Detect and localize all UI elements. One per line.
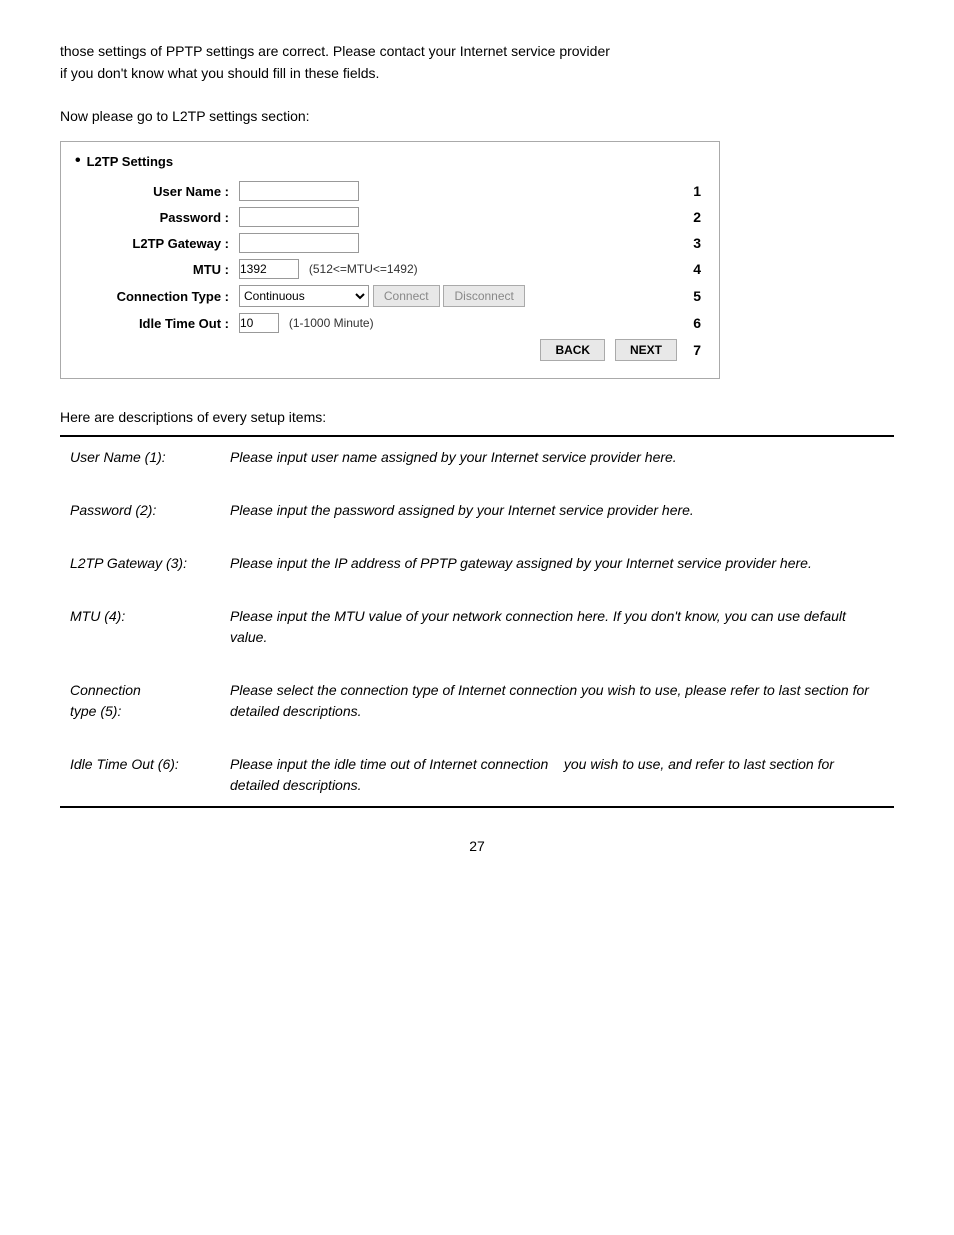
mtu-hint: (512<=MTU<=1492) — [309, 262, 418, 276]
connection-type-label: Connection Type : — [75, 282, 235, 310]
desc-row-sep4 — [60, 658, 894, 670]
user-name-label: User Name : — [75, 178, 235, 204]
gateway-row: L2TP Gateway : 3 — [75, 230, 705, 256]
back-button[interactable]: BACK — [540, 339, 605, 361]
next-button[interactable]: NEXT — [615, 339, 677, 361]
row-number-6: 6 — [681, 310, 705, 336]
connection-type-row: Connection Type : Continuous Connect Dis… — [75, 282, 705, 310]
idle-timeout-input-cell: (1-1000 Minute) — [235, 310, 681, 336]
section-label: Now please go to L2TP settings section: — [60, 105, 894, 127]
desc-row-sep5 — [60, 732, 894, 744]
desc-term-idle: Idle Time Out (6): — [60, 744, 220, 807]
desc-text-gateway: Please input the IP address of PPTP gate… — [220, 543, 894, 584]
desc-row-idle: Idle Time Out (6): Please input the idle… — [60, 744, 894, 807]
connect-button[interactable]: Connect — [373, 285, 440, 307]
desc-row-mtu: MTU (4): Please input the MTU value of y… — [60, 596, 894, 658]
gateway-input-cell — [235, 230, 681, 256]
password-row: Password : 2 — [75, 204, 705, 230]
intro-line1: those settings of PPTP settings are corr… — [60, 43, 610, 59]
btn-row-cell: BACK NEXT — [75, 336, 681, 364]
desc-row-password: Password (2): Please input the password … — [60, 490, 894, 531]
mtu-input[interactable] — [239, 259, 299, 279]
connection-type-select[interactable]: Continuous — [239, 285, 369, 307]
page-number: 27 — [60, 838, 894, 854]
desc-text-password: Please input the password assigned by yo… — [220, 490, 894, 531]
desc-text-mtu: Please input the MTU value of your netwo… — [220, 596, 894, 658]
desc-term-gateway: L2TP Gateway (3): — [60, 543, 220, 584]
desc-term-password: Password (2): — [60, 490, 220, 531]
descriptions-table: User Name (1): Please input user name as… — [60, 435, 894, 808]
disconnect-button[interactable]: Disconnect — [443, 285, 524, 307]
idle-timeout-row: Idle Time Out : (1-1000 Minute) 6 — [75, 310, 705, 336]
row-number-5: 5 — [681, 282, 705, 310]
password-label: Password : — [75, 204, 235, 230]
row-number-3: 3 — [681, 230, 705, 256]
gateway-input[interactable] — [239, 233, 359, 253]
mtu-row: MTU : (512<=MTU<=1492) 4 — [75, 256, 705, 282]
desc-text-username: Please input user name assigned by your … — [220, 436, 894, 478]
l2tp-form-table: User Name : 1 Password : 2 L2TP Gateway … — [75, 178, 705, 364]
desc-row-sep2 — [60, 531, 894, 543]
mtu-input-cell: (512<=MTU<=1492) — [235, 256, 681, 282]
user-name-input-cell — [235, 178, 681, 204]
desc-heading: Here are descriptions of every setup ite… — [60, 409, 894, 425]
desc-term-connection: Connection type (5): — [60, 670, 220, 732]
row-number-7: 7 — [681, 336, 705, 364]
idle-timeout-label: Idle Time Out : — [75, 310, 235, 336]
desc-row-gateway: L2TP Gateway (3): Please input the IP ad… — [60, 543, 894, 584]
desc-row-sep3 — [60, 584, 894, 596]
desc-row-connection: Connection type (5): Please select the c… — [60, 670, 894, 732]
button-row: BACK NEXT 7 — [75, 336, 705, 364]
row-number-1: 1 — [681, 178, 705, 204]
idle-hint: (1-1000 Minute) — [289, 316, 374, 330]
l2tp-settings-box: L2TP Settings User Name : 1 Password : 2… — [60, 141, 720, 379]
password-input-cell — [235, 204, 681, 230]
desc-text-idle: Please input the idle time out of Intern… — [220, 744, 894, 807]
intro-line2: if you don't know what you should fill i… — [60, 65, 379, 81]
connection-type-input-cell: Continuous Connect Disconnect — [235, 282, 681, 310]
password-input[interactable] — [239, 207, 359, 227]
desc-term-username: User Name (1): — [60, 436, 220, 478]
row-number-2: 2 — [681, 204, 705, 230]
desc-row-sep1 — [60, 478, 894, 490]
desc-row-username: User Name (1): Please input user name as… — [60, 436, 894, 478]
idle-timeout-input[interactable] — [239, 313, 279, 333]
mtu-label: MTU : — [75, 256, 235, 282]
gateway-label: L2TP Gateway : — [75, 230, 235, 256]
user-name-row: User Name : 1 — [75, 178, 705, 204]
row-number-4: 4 — [681, 256, 705, 282]
intro-paragraph: those settings of PPTP settings are corr… — [60, 40, 894, 85]
user-name-input[interactable] — [239, 181, 359, 201]
desc-term-mtu: MTU (4): — [60, 596, 220, 658]
l2tp-title: L2TP Settings — [75, 152, 705, 170]
desc-text-connection: Please select the connection type of Int… — [220, 670, 894, 732]
